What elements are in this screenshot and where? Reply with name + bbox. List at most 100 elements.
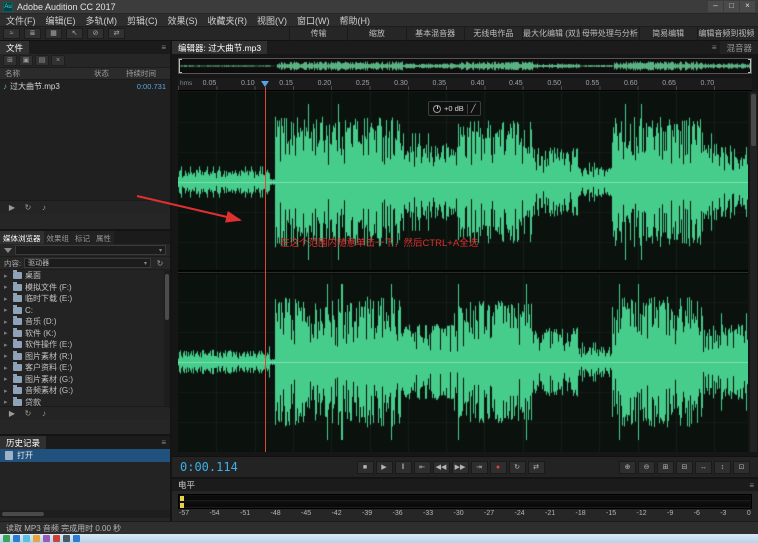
panel-play-button[interactable]: ▶: [6, 203, 18, 212]
media-browser-tab[interactable]: 标记: [72, 231, 93, 244]
panel-menu-icon[interactable]: ≡: [708, 41, 721, 54]
panel-menu-icon[interactable]: ≡: [157, 436, 170, 449]
menu-item[interactable]: 编辑(E): [46, 14, 76, 27]
tree-item[interactable]: ▸ 音频素材 (G:): [0, 385, 170, 397]
waveform-area[interactable]: [178, 92, 748, 452]
menu-item[interactable]: 收藏夹(R): [208, 14, 248, 27]
time-display[interactable]: 0:00.114: [172, 460, 282, 474]
spectral-display-button[interactable]: ▦: [45, 28, 62, 39]
chevron-right-icon[interactable]: ▸: [4, 341, 10, 349]
menu-item[interactable]: 多轨(M): [86, 14, 118, 27]
menu-item[interactable]: 视图(V): [257, 14, 287, 27]
chevron-right-icon[interactable]: ▸: [4, 329, 10, 337]
chevron-right-icon[interactable]: ▸: [4, 295, 10, 303]
pencil-icon[interactable]: ╱: [471, 104, 476, 113]
tree-item[interactable]: ▸ 贷款: [0, 397, 170, 407]
menu-item[interactable]: 文件(F): [6, 14, 36, 27]
file-list-button[interactable]: ▤: [35, 55, 49, 66]
overview-strip[interactable]: [178, 58, 752, 74]
panel-menu-icon[interactable]: ≡: [157, 41, 170, 54]
import-file-button[interactable]: ⊞: [3, 55, 17, 66]
menu-item[interactable]: 剪辑(C): [127, 14, 158, 27]
multitrack-view-button[interactable]: ≣: [24, 28, 41, 39]
workspace-button[interactable]: 缩放: [347, 27, 405, 41]
tab-mixer[interactable]: 混音器: [720, 41, 758, 54]
tab-history[interactable]: 历史记录: [0, 436, 46, 449]
history-item-selected[interactable]: 打开: [0, 449, 170, 462]
panel-loop-button[interactable]: ↻: [22, 409, 34, 418]
panel-menu-icon[interactable]: ≡: [745, 479, 758, 492]
rewind-button[interactable]: ◀◀: [433, 461, 450, 474]
zoom-full-button[interactable]: ⊡: [733, 461, 750, 474]
delete-file-button[interactable]: ×: [51, 55, 65, 66]
tree-scrollbar[interactable]: [164, 270, 170, 406]
menu-item[interactable]: 窗口(W): [297, 14, 330, 27]
play-button[interactable]: ▶: [376, 461, 393, 474]
loop-playback-button[interactable]: ↻: [509, 461, 526, 474]
panel-autoplay-button[interactable]: ♪: [38, 203, 50, 212]
volume-hud[interactable]: +0 dB ╱: [428, 101, 481, 116]
overview-right-handle[interactable]: [748, 59, 751, 73]
playhead-handle[interactable]: [261, 81, 269, 87]
chevron-right-icon[interactable]: ▸: [4, 364, 10, 372]
tree-item[interactable]: ▸ 临时下载 (E:): [0, 293, 170, 305]
media-browser-tab[interactable]: 媒体浏览器: [0, 231, 44, 244]
razor-tool-button[interactable]: ⊘: [87, 28, 104, 39]
workspace-button[interactable]: 基本混音器: [406, 27, 464, 41]
scrollbar-thumb[interactable]: [165, 274, 169, 320]
taskbar-icon[interactable]: [33, 535, 40, 542]
menu-item[interactable]: 效果(S): [168, 14, 198, 27]
column-name[interactable]: 名称: [0, 68, 94, 79]
taskbar-icon[interactable]: [13, 535, 20, 542]
filter-dropdown[interactable]: ▾: [15, 245, 166, 255]
refresh-icon[interactable]: ↻: [154, 259, 166, 268]
tree-item[interactable]: ▸ 软件 (K:): [0, 328, 170, 340]
workspace-button[interactable]: 传输: [289, 27, 347, 41]
zoom-in-time-button[interactable]: ⊞: [657, 461, 674, 474]
taskbar-icon[interactable]: [73, 535, 80, 542]
taskbar-icon[interactable]: [23, 535, 30, 542]
maximize-button[interactable]: □: [724, 1, 739, 12]
chevron-right-icon[interactable]: ▸: [4, 283, 10, 291]
chevron-right-icon[interactable]: ▸: [4, 306, 10, 314]
vertical-scrollbar[interactable]: [750, 92, 757, 452]
minimize-button[interactable]: –: [708, 1, 723, 12]
chevron-right-icon[interactable]: ▸: [4, 272, 10, 280]
zoom-out-button[interactable]: ⊖: [638, 461, 655, 474]
menu-item[interactable]: 帮助(H): [340, 14, 371, 27]
panel-loop-button[interactable]: ↻: [22, 203, 34, 212]
history-scrollbar[interactable]: [0, 510, 170, 518]
column-duration[interactable]: 持续时间: [126, 68, 170, 79]
column-status[interactable]: 状态: [94, 68, 126, 79]
overview-left-handle[interactable]: [179, 59, 182, 73]
tree-item[interactable]: ▸ C:: [0, 305, 170, 317]
fast-forward-button[interactable]: ▶▶: [452, 461, 469, 474]
go-to-end-button[interactable]: ⇥: [471, 461, 488, 474]
taskbar-icon[interactable]: [63, 535, 70, 542]
workspace-button[interactable]: 母带处理与分析: [580, 27, 638, 41]
chevron-right-icon[interactable]: ▸: [4, 398, 10, 406]
chevron-right-icon[interactable]: ▸: [4, 375, 10, 383]
zoom-selection-button[interactable]: ↔: [695, 461, 712, 474]
workspace-button[interactable]: 最大化编辑 (双监视器): [522, 27, 580, 41]
media-browser-tab[interactable]: 效果组: [44, 231, 73, 244]
record-button[interactable]: ●: [490, 461, 507, 474]
zoom-in-button[interactable]: ⊕: [619, 461, 636, 474]
playhead[interactable]: [265, 87, 266, 452]
tree-item[interactable]: ▸ 图片素材 (G:): [0, 374, 170, 386]
zoom-out-time-button[interactable]: ⊟: [676, 461, 693, 474]
chevron-right-icon[interactable]: ▸: [4, 318, 10, 326]
go-to-start-button[interactable]: ⇤: [414, 461, 431, 474]
panel-play-button[interactable]: ▶: [6, 409, 18, 418]
workspace-button[interactable]: 简易编辑: [639, 27, 697, 41]
scrollbar-thumb[interactable]: [751, 94, 756, 146]
waveform-view-button[interactable]: ≈: [3, 28, 20, 39]
taskbar-icon[interactable]: [3, 535, 10, 542]
panel-autoplay-button[interactable]: ♪: [38, 409, 50, 418]
workspace-button[interactable]: 无线电作品: [464, 27, 522, 41]
move-tool-button[interactable]: ↖: [66, 28, 83, 39]
tree-item[interactable]: ▸ 桌面: [0, 270, 170, 282]
file-row[interactable]: ♪ 过大曲节.mp3 0:00.731: [0, 80, 170, 93]
skip-selection-button[interactable]: ⇄: [528, 461, 545, 474]
taskbar-icon[interactable]: [43, 535, 50, 542]
